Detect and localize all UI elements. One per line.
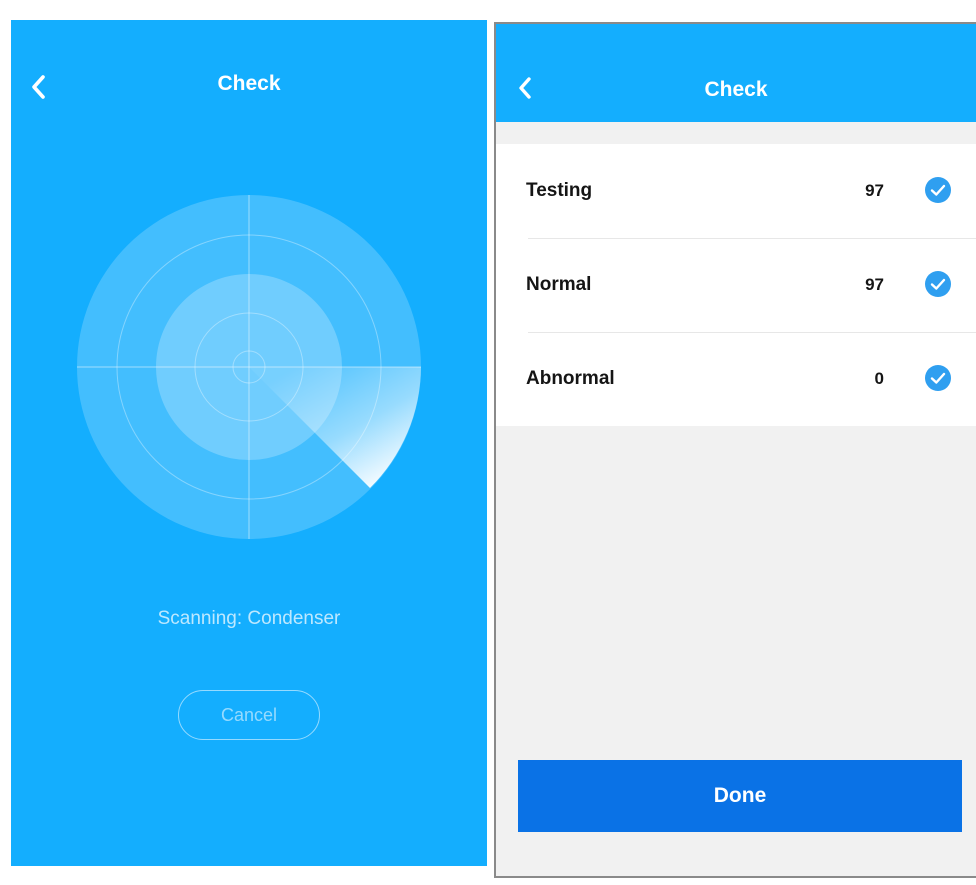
row-value: 97: [865, 275, 884, 294]
result-row-abnormal: Abnormal 0: [496, 332, 976, 426]
app-stage: Check Scanning: Condenser Cancel Check T…: [0, 0, 976, 885]
results-screen: Check Testing 97 Normal 97 Abnormal 0 Do…: [494, 22, 976, 878]
row-label: Normal: [526, 274, 592, 295]
cancel-button[interactable]: Cancel: [178, 690, 320, 740]
row-value: 97: [865, 181, 884, 200]
result-row-normal: Normal 97: [496, 238, 976, 332]
radar-scan-icon: [77, 195, 421, 539]
row-label: Abnormal: [526, 368, 615, 389]
row-label: Testing: [526, 180, 593, 201]
check-circle-icon: [925, 271, 951, 297]
result-list: Testing 97 Normal 97 Abnormal 0: [496, 144, 976, 426]
page-title: Check: [217, 72, 281, 95]
scan-status-target: Condenser: [247, 608, 341, 629]
scan-status-text: Scanning: Condenser: [11, 606, 487, 632]
check-circle-icon: [925, 365, 951, 391]
scanning-screen: Check Scanning: Condenser Cancel: [11, 20, 487, 866]
result-row-testing: Testing 97: [496, 144, 976, 238]
scanning-header: Check: [11, 20, 487, 150]
results-header: Check: [496, 24, 976, 122]
check-circle-icon: [925, 177, 951, 203]
page-title: Check: [704, 78, 768, 101]
done-button[interactable]: Done: [518, 760, 962, 832]
scan-status-label: Scanning: [157, 608, 237, 629]
scan-status-separator: :: [236, 608, 243, 629]
row-value: 0: [874, 369, 884, 388]
